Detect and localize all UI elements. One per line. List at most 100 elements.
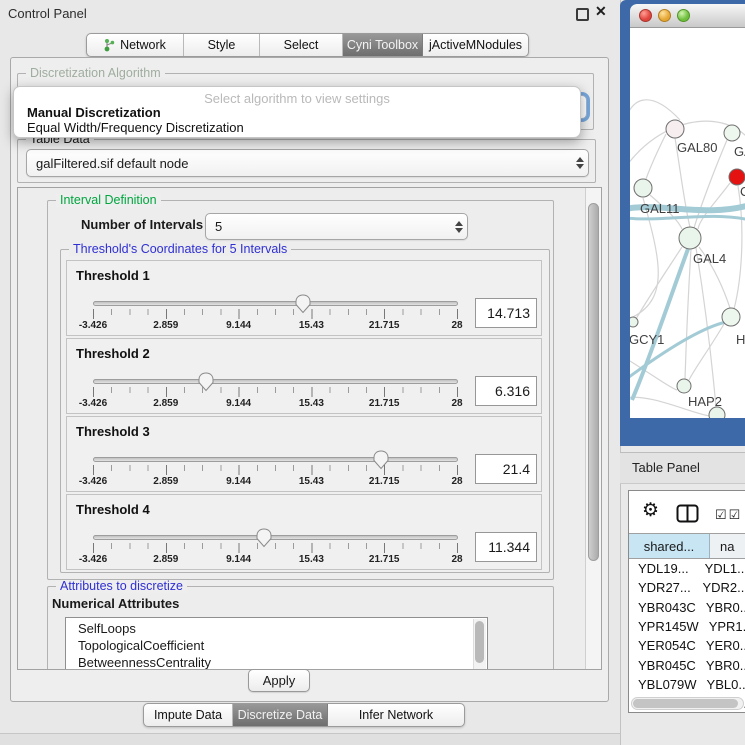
threshold-1-panel: Threshold 1 -3.426 2.859 9.144 15.43 <box>66 260 542 336</box>
numerical-attributes-list[interactable]: SelfLoops TopologicalCoefficient Between… <box>65 617 488 670</box>
dropdown-option-equal-width[interactable]: Equal Width/Frequency Discretization <box>27 120 244 135</box>
threshold-4-panel: Threshold 4 -3.426 2.859 9.144 15.43 <box>66 494 542 570</box>
node-selected <box>729 169 745 185</box>
num-intervals-label: Number of Intervals <box>81 217 203 232</box>
node-label: GAL80 <box>677 140 717 155</box>
dropdown-hint: Select algorithm to view settings <box>14 91 580 106</box>
group-label: Discretization Algorithm <box>26 67 165 80</box>
cyni-toolbox-panel: Discretization Algorithm Select algorith… <box>10 57 609 702</box>
table-horizontal-scrollbar[interactable] <box>631 697 744 710</box>
slider-track[interactable] <box>93 457 458 462</box>
tab-jactivemnodules[interactable]: jActiveMNodules <box>423 34 528 56</box>
dropdown-option-manual[interactable]: Manual Discretization <box>27 105 161 120</box>
column-header-name[interactable]: na <box>710 534 745 558</box>
table-row[interactable]: YBL079WYBL0... <box>629 675 745 694</box>
window-bottom-strip <box>0 733 620 745</box>
tab-cyni-toolbox[interactable]: Cyni Toolbox <box>343 34 423 56</box>
list-item[interactable]: SelfLoops <box>66 618 487 637</box>
node <box>724 125 740 141</box>
table-body: YDL19...YDL1... YDR27...YDR2... YBR043CY… <box>629 559 745 713</box>
table-row[interactable]: YDL19...YDL1... <box>629 559 745 578</box>
num-intervals-combo[interactable]: 5 <box>205 213 468 240</box>
slider-ticks <box>93 465 459 475</box>
threshold-2-value[interactable]: 6.316 <box>475 376 537 406</box>
node-label: GA <box>734 144 745 159</box>
table-row[interactable]: YBR043CYBR0... <box>629 598 745 617</box>
tab-impute-data[interactable]: Impute Data <box>144 704 233 726</box>
tab-label: Network <box>120 38 166 52</box>
column-checkbox-icons[interactable]: ☑☑ <box>715 507 742 523</box>
control-panel-tabbar: Network Style Select Cyni Toolbox jActiv… <box>86 33 529 57</box>
control-panel-window: Control Panel ✕ Network Style Select Cyn… <box>0 0 621 745</box>
node-label: GAL11 <box>640 201 680 216</box>
slider-scale: -3.426 2.859 9.144 15.43 21.715 28 <box>93 476 457 488</box>
close-traffic-light-icon[interactable] <box>639 9 652 22</box>
list-item[interactable]: TopologicalCoefficient <box>66 637 487 654</box>
float-window-icon[interactable] <box>576 8 589 21</box>
network-window-titlebar[interactable] <box>630 4 745 28</box>
network-canvas[interactable]: GAL80 GA C GAL11 GAL4 GCY1 H HAP2 <box>630 28 745 418</box>
table-data-group: Table Data galFiltered.sif default node <box>17 139 596 183</box>
tab-network[interactable]: Network <box>87 34 184 56</box>
split-columns-icon[interactable] <box>676 504 699 523</box>
scrollbar-thumb[interactable] <box>633 699 738 708</box>
table-panel: ⚙ ☑☑ shared... na YDL19...YDL1... YDR27.… <box>628 490 745 713</box>
threshold-4-slider[interactable]: -3.426 2.859 9.144 15.43 21.715 28 <box>93 527 457 569</box>
gear-icon[interactable]: ⚙ <box>642 499 659 522</box>
minimize-traffic-light-icon[interactable] <box>658 9 671 22</box>
attributes-group: Attributes to discretize Numerical Attri… <box>47 586 554 670</box>
table-row[interactable]: YBR045CYBR0... <box>629 655 745 674</box>
column-header-shared-name[interactable]: shared... <box>629 534 710 558</box>
node-label: GAL4 <box>693 251 726 266</box>
slider-scale: -3.426 2.859 9.144 15.43 21.715 28 <box>93 398 457 410</box>
thresholds-group: Threshold's Coordinates for 5 Intervals … <box>60 249 550 573</box>
combo-stepper-icon <box>572 150 588 176</box>
threshold-4-value[interactable]: 11.344 <box>475 532 537 562</box>
settings-scroll-area: Interval Definition Number of Intervals … <box>17 187 602 670</box>
slider-scale: -3.426 2.859 9.144 15.43 21.715 28 <box>93 320 457 332</box>
node <box>677 379 691 393</box>
table-row[interactable]: YDR27...YDR2... <box>629 578 745 597</box>
screen: Control Panel ✕ Network Style Select Cyn… <box>0 0 745 745</box>
threshold-1-value[interactable]: 14.713 <box>475 298 537 328</box>
apply-button[interactable]: Apply <box>248 669 310 692</box>
tab-discretize-data[interactable]: Discretize Data <box>233 704 328 726</box>
tab-style[interactable]: Style <box>184 34 260 56</box>
network-icon <box>104 38 115 52</box>
slider-track[interactable] <box>93 379 458 384</box>
threshold-2-slider[interactable]: -3.426 2.859 9.144 15.43 21.715 28 <box>93 371 457 413</box>
list-scrollbar[interactable] <box>473 619 486 670</box>
slider-ticks <box>93 543 459 553</box>
tab-infer-network[interactable]: Infer Network <box>328 704 464 726</box>
close-icon[interactable]: ✕ <box>595 3 607 20</box>
threshold-1-slider[interactable]: -3.426 2.859 9.144 15.43 21.715 28 <box>93 293 457 335</box>
table-data-combo[interactable]: galFiltered.sif default node <box>26 149 589 177</box>
node-gal4 <box>679 227 701 249</box>
threshold-3-value[interactable]: 21.4 <box>475 454 537 484</box>
interval-definition-group: Interval Definition Number of Intervals … <box>47 200 554 580</box>
table-row[interactable]: YPR145WYPR1... <box>629 617 745 636</box>
threshold-2-panel: Threshold 2 -3.426 2.859 9.144 15.43 <box>66 338 542 414</box>
node <box>630 317 638 327</box>
scrollbar-thumb[interactable] <box>588 203 599 561</box>
table-header-row: shared... na <box>629 533 745 559</box>
combo-stepper-icon <box>451 214 467 239</box>
slider-track[interactable] <box>93 301 458 306</box>
node <box>666 120 684 138</box>
table-panel-title: Table Panel <box>632 460 700 475</box>
slider-track[interactable] <box>93 535 458 540</box>
node <box>722 308 740 326</box>
group-label: Attributes to discretize <box>56 580 187 593</box>
table-row[interactable]: YER054CYER0... <box>629 636 745 655</box>
window-title: Control Panel <box>8 6 87 21</box>
settings-scrollbar[interactable] <box>585 188 602 669</box>
threshold-3-panel: Threshold 3 -3.426 2.859 9.144 15.43 <box>66 416 542 492</box>
threshold-3-slider[interactable]: -3.426 2.859 9.144 15.43 21.715 28 <box>93 449 457 491</box>
tab-select[interactable]: Select <box>260 34 343 56</box>
node-label: HAP2 <box>688 394 722 409</box>
list-item[interactable]: BetweennessCentrality <box>66 654 487 670</box>
slider-ticks <box>93 309 459 319</box>
node-label: H <box>736 332 745 347</box>
network-graph: GAL80 GA C GAL11 GAL4 GCY1 H HAP2 <box>630 28 745 418</box>
zoom-traffic-light-icon[interactable] <box>677 9 690 22</box>
